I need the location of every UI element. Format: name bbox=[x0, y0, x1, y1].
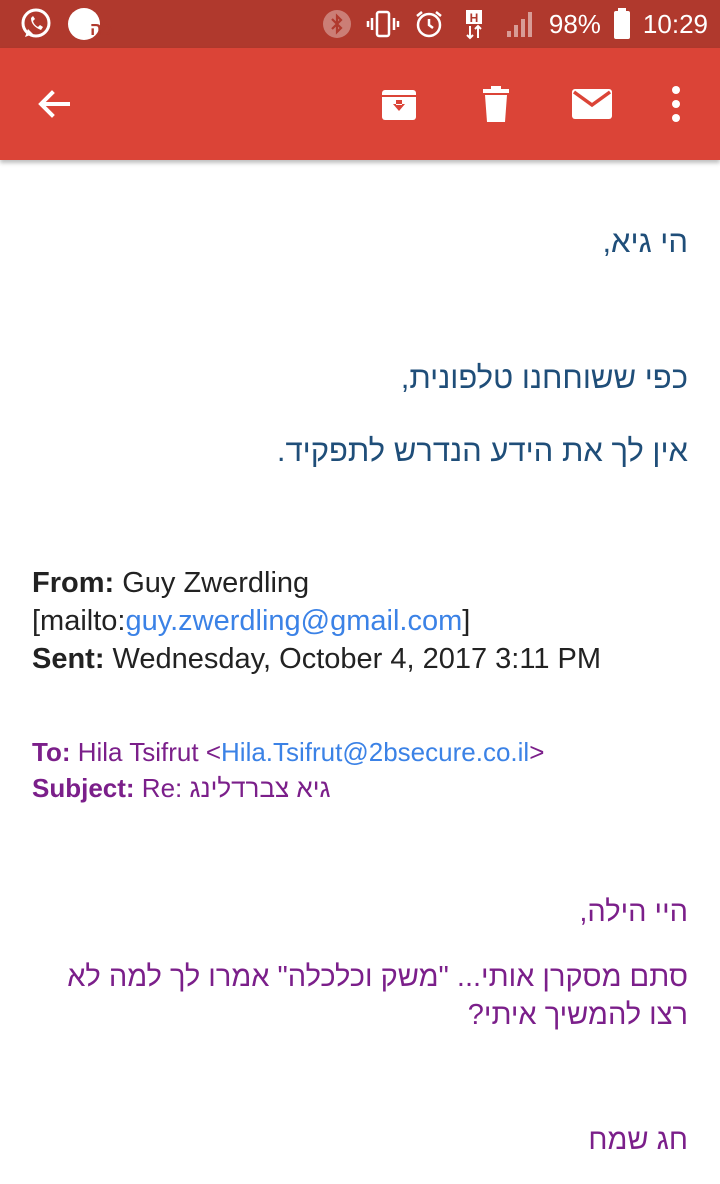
status-bar: כה H 98% 10:29 bbox=[0, 0, 720, 48]
to-email-link[interactable]: Hila.Tsifrut@2bsecure.co.il bbox=[221, 737, 529, 767]
quoted-greeting: היי הילה, bbox=[579, 896, 688, 928]
notification-badge-icon: כה bbox=[66, 6, 112, 42]
battery-percent: 98% bbox=[548, 8, 601, 39]
quoted-from: From: Guy Zwerdling bbox=[32, 564, 309, 602]
quoted-line-1: סתם מסקרן אותי... "משק וכלכלה" אמרו לך ל… bbox=[67, 961, 688, 1031]
app-bar bbox=[0, 48, 720, 160]
quoted-to: To: Hila Tsifrut <Hila.Tsifrut@2bsecure.… bbox=[32, 734, 544, 770]
to-name: Hila Tsifrut < bbox=[70, 737, 222, 767]
mailto-suffix: ] bbox=[462, 605, 471, 637]
sent-value: Wednesday, October 4, 2017 3:11 PM bbox=[104, 643, 602, 675]
quoted-sent: Sent: Wednesday, October 4, 2017 3:11 PM bbox=[32, 640, 601, 678]
quoted-mailto: [mailto:guy.zwerdling@gmail.com] bbox=[32, 602, 470, 640]
sent-label: Sent: bbox=[32, 643, 105, 675]
to-label: To: bbox=[32, 737, 71, 767]
more-options-button[interactable] bbox=[648, 76, 704, 132]
archive-icon bbox=[382, 90, 416, 120]
message-greeting: הי גיא, bbox=[602, 224, 688, 259]
notification-badge-text: כה bbox=[89, 19, 113, 39]
from-name: Guy Zwerdling bbox=[114, 567, 310, 599]
signal-icon bbox=[503, 6, 539, 42]
delete-button[interactable] bbox=[468, 76, 524, 132]
to-suffix: > bbox=[529, 737, 545, 767]
data-hplus-icon: H bbox=[457, 6, 493, 42]
back-button[interactable] bbox=[26, 76, 82, 132]
quoted-subject: Subject: Re: גיא צברדלינג bbox=[32, 770, 330, 806]
arrow-left-icon bbox=[38, 90, 70, 118]
trash-icon bbox=[483, 86, 509, 122]
bluetooth-icon bbox=[319, 6, 355, 42]
more-vert-icon bbox=[672, 86, 680, 122]
mail-icon bbox=[572, 89, 612, 119]
archive-button[interactable] bbox=[371, 76, 427, 132]
clock: 10:29 bbox=[642, 8, 708, 39]
mailto-email-link[interactable]: guy.zwerdling@gmail.com bbox=[125, 605, 462, 637]
status-right: H 98% 10:29 bbox=[319, 0, 708, 48]
message-line-1: כפי ששוחחנו טלפונית, bbox=[400, 360, 688, 395]
mailto-prefix: [mailto: bbox=[32, 605, 126, 637]
battery-icon bbox=[611, 6, 633, 42]
message-line-2: אין לך את הידע הנדרש לתפקיד. bbox=[276, 433, 688, 468]
svg-text:H: H bbox=[470, 11, 479, 25]
quoted-closing: חג שמח bbox=[588, 1124, 688, 1156]
alarm-icon bbox=[411, 6, 447, 42]
subject-label: Subject: bbox=[32, 773, 135, 803]
vibrate-icon bbox=[365, 6, 401, 42]
email-body: הי גיא, כפי ששוחחנו טלפונית, אין לך את ה… bbox=[0, 160, 720, 1184]
subject-value: Re: גיא צברדלינג bbox=[134, 773, 331, 803]
from-label: From: bbox=[32, 567, 115, 599]
status-left: כה bbox=[18, 6, 112, 42]
mark-unread-button[interactable] bbox=[564, 76, 620, 132]
whatsapp-icon bbox=[18, 6, 54, 42]
